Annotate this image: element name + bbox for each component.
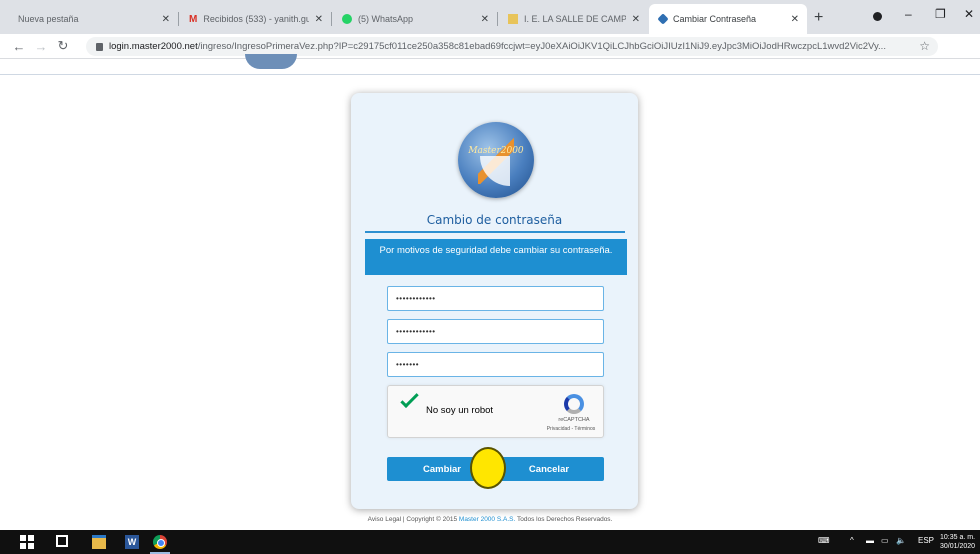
logo-text: Master2000 <box>468 146 524 156</box>
footer-copyright: Aviso Legal | Copyright © 2015 <box>367 516 458 523</box>
title-underline <box>365 231 625 233</box>
new-tab-button[interactable]: + <box>814 9 823 27</box>
click-highlight-marker <box>470 447 506 489</box>
page-title: Cambio de contraseña <box>426 213 563 227</box>
password-change-card: Master2000 Cambio de contraseña Por moti… <box>351 93 638 509</box>
tab-title: Cambiar Contraseña <box>673 14 757 24</box>
windows-start-icon[interactable] <box>20 535 34 549</box>
profile-indicator-icon[interactable] <box>873 12 882 21</box>
recaptcha-brand: reCAPTCHA <box>558 417 590 423</box>
clock-date: 30/01/2020 <box>940 543 976 550</box>
new-password-field[interactable]: •••••••••••• <box>387 319 604 344</box>
recaptcha-links[interactable]: Privacidad - Términos <box>540 426 602 432</box>
tab-gmail[interactable]: M Recibidos (533) - yanith.gutie ✕ <box>179 4 331 34</box>
clock-time: 10:35 a. m. <box>940 534 976 541</box>
windows-taskbar: W ⌨ ^ ▬ ▭ 🔈 ESP 10:35 a. m. 30/01/2020 <box>0 530 980 554</box>
close-icon[interactable]: ✕ <box>315 14 323 25</box>
recaptcha-widget: No soy un robot reCAPTCHA Privacidad - T… <box>387 385 604 438</box>
bookmark-star-icon[interactable]: ☆ <box>919 39 930 53</box>
forward-icon[interactable]: → <box>30 39 52 54</box>
recaptcha-logo-icon <box>564 394 584 414</box>
tab-whatsapp[interactable]: (5) WhatsApp ✕ <box>332 4 497 34</box>
close-window-button[interactable]: ✕ <box>964 7 974 21</box>
current-password-field[interactable]: •••••••••••• <box>387 286 604 311</box>
gmail-icon: M <box>189 14 198 25</box>
whatsapp-icon <box>342 14 352 24</box>
close-icon[interactable]: ✕ <box>481 14 489 25</box>
battery-icon[interactable]: ▭ <box>881 536 889 545</box>
master-icon <box>657 13 669 25</box>
browser-toolbar: ← → ↻ login.master2000.net/ingreso/Ingre… <box>0 34 980 88</box>
header-divider <box>0 74 980 75</box>
master2000-logo: Master2000 <box>458 122 534 198</box>
word-icon[interactable]: W <box>125 535 139 549</box>
browser-tab-strip: Nueva pestaña ✕ M Recibidos (533) - yani… <box>0 0 980 34</box>
volume-icon[interactable]: 🔈 <box>896 536 906 545</box>
back-icon[interactable]: ← <box>8 39 30 54</box>
file-explorer-icon[interactable] <box>92 535 106 549</box>
footer-rights: Todos los Derechos Reservados. <box>516 516 613 523</box>
address-bar[interactable]: login.master2000.net/ingreso/IngresoPrim… <box>86 37 938 56</box>
close-icon[interactable]: ✕ <box>632 14 640 25</box>
security-notice: Por motivos de seguridad debe cambiar su… <box>365 239 627 275</box>
footer: Aviso Legal | Copyright © 2015 Master 20… <box>0 516 980 523</box>
tab-school[interactable]: I. E. LA SALLE DE CAMPOAM ✕ <box>498 4 648 34</box>
confirm-password-field[interactable]: ••••••• <box>387 352 604 377</box>
show-hidden-icons-chevron-icon[interactable]: ^ <box>850 536 854 545</box>
checkmark-icon[interactable] <box>400 389 419 408</box>
chrome-icon[interactable] <box>153 535 167 549</box>
tab-title: I. E. LA SALLE DE CAMPOAM <box>524 14 626 24</box>
url-text: login.master2000.net/ingreso/IngresoPrim… <box>109 41 886 52</box>
tab-title: Nueva pestaña <box>18 14 79 24</box>
close-icon[interactable]: ✕ <box>162 14 170 25</box>
lock-icon <box>96 42 103 51</box>
footer-company-link[interactable]: Master 2000 S.A.S. <box>459 516 515 523</box>
minimize-button[interactable]: – <box>905 7 912 21</box>
system-clock[interactable]: 10:35 a. m. 30/01/2020 <box>940 533 975 551</box>
network-icon[interactable]: ▬ <box>866 536 874 545</box>
reload-icon[interactable]: ↻ <box>52 38 74 54</box>
keyboard-icon[interactable]: ⌨ <box>818 536 830 545</box>
tab-title: Recibidos (533) - yanith.gutie <box>203 14 309 24</box>
tab-new-tab[interactable]: Nueva pestaña ✕ <box>8 4 178 34</box>
close-icon[interactable]: ✕ <box>791 14 799 25</box>
tab-cambiar-contrasena[interactable]: Cambiar Contraseña ✕ <box>649 4 807 34</box>
cancelar-button[interactable]: Cancelar <box>494 457 604 481</box>
header-logo <box>245 54 297 69</box>
language-indicator[interactable]: ESP <box>918 536 934 545</box>
recaptcha-label: No soy un robot <box>426 405 494 416</box>
school-icon <box>508 14 518 24</box>
tab-title: (5) WhatsApp <box>358 14 414 24</box>
task-view-icon[interactable] <box>56 535 68 547</box>
maximize-button[interactable]: ❐ <box>935 7 946 21</box>
